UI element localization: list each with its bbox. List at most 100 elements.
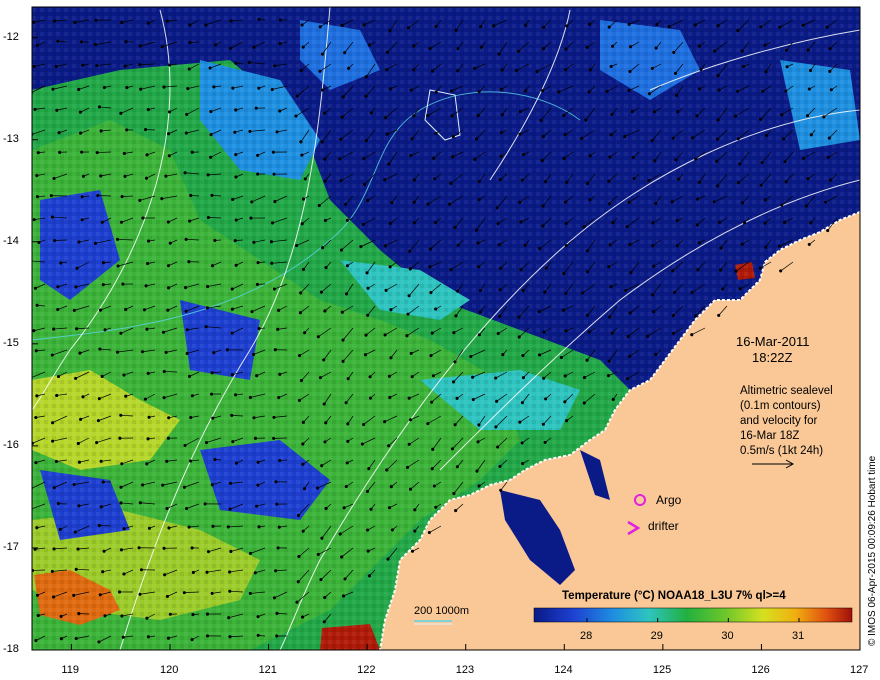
- velocity-arrow-head: [671, 136, 675, 140]
- velocity-arrow-head: [430, 69, 434, 73]
- velocity-arrow-head: [182, 591, 186, 595]
- velocity-arrow-head: [56, 285, 60, 289]
- velocity-arrow-head: [206, 284, 210, 289]
- velocity-arrow-head: [521, 152, 526, 157]
- velocity-arrow-head: [147, 415, 151, 419]
- velocity-arrow-head: [252, 240, 256, 244]
- velocity-arrow-head: [736, 89, 740, 93]
- velocity-arrow-head: [168, 612, 172, 616]
- velocity-arrow-head: [50, 353, 54, 357]
- velocity-arrow-head: [825, 25, 829, 29]
- velocity-arrow-head: [385, 68, 389, 72]
- velocity-arrow-head: [362, 23, 366, 27]
- velocity-arrow-head: [185, 112, 189, 116]
- velocity-arrow-head: [426, 114, 430, 118]
- velocity-arrow-head: [763, 198, 767, 202]
- velocity-arrow-head: [143, 397, 147, 401]
- velocity-arrow-head: [124, 394, 128, 398]
- velocity-arrow-head: [162, 396, 166, 400]
- velocity-arrow-head: [249, 216, 253, 220]
- velocity-arrow-head: [383, 333, 387, 337]
- velocity-arrow-head: [165, 459, 169, 463]
- velocity-arrow-head: [650, 139, 654, 143]
- velocity-arrow-head: [674, 158, 678, 162]
- velocity-arrow-head: [164, 174, 168, 178]
- velocity-arrow-head: [697, 241, 701, 245]
- velocity-arrow-head: [229, 549, 233, 554]
- argo-label: Argo: [656, 493, 682, 507]
- velocity-arrow-head: [323, 595, 327, 599]
- velocity-arrow-head: [809, 133, 813, 137]
- velocity-arrow-head: [826, 229, 830, 233]
- velocity-arrow-head: [606, 374, 611, 378]
- velocity-arrow-head: [517, 49, 521, 53]
- velocity-arrow-head: [450, 114, 454, 118]
- velocity-arrow-head: [541, 204, 545, 208]
- velocity-arrow-head: [147, 526, 151, 530]
- velocity-arrow-head: [543, 290, 547, 294]
- velocity-arrow-head: [316, 552, 320, 556]
- velocity-arrow-head: [829, 88, 833, 92]
- velocity-arrow-head: [228, 635, 232, 639]
- velocity-arrow-head: [206, 215, 210, 220]
- velocity-arrow-head: [298, 353, 302, 358]
- velocity-arrow-head: [434, 220, 438, 225]
- velocity-arrow-head: [256, 153, 260, 157]
- velocity-arrow-head: [759, 117, 763, 121]
- velocity-arrow-head: [95, 151, 99, 155]
- velocity-arrow-head: [347, 66, 351, 70]
- velocity-arrow-head: [758, 266, 762, 270]
- velocity-arrow-head: [741, 201, 745, 205]
- velocity-arrow-head: [278, 42, 282, 46]
- velocity-arrow-head: [520, 178, 524, 182]
- velocity-arrow-head: [122, 373, 126, 377]
- velocity-arrow-head: [430, 467, 434, 471]
- velocity-arrow-head: [166, 132, 171, 136]
- velocity-arrow-head: [675, 93, 679, 97]
- velocity-arrow-head: [387, 506, 392, 510]
- velocity-arrow-head: [740, 242, 744, 246]
- velocity-arrow-head: [561, 308, 565, 312]
- velocity-arrow-head: [256, 172, 260, 176]
- velocity-arrow-head: [103, 328, 107, 332]
- velocity-arrow-head: [625, 225, 629, 229]
- velocity-arrow-head: [407, 294, 411, 298]
- velocity-arrow-head: [367, 43, 371, 47]
- velocity-arrow-head: [410, 375, 414, 379]
- y-tick-label: -12: [3, 30, 19, 43]
- velocity-arrow-head: [828, 69, 832, 73]
- velocity-arrow-head: [272, 172, 276, 176]
- velocity-arrow-head: [75, 266, 79, 270]
- velocity-arrow-head: [390, 201, 394, 205]
- velocity-arrow-head: [144, 128, 148, 132]
- velocity-arrow-head: [270, 87, 274, 92]
- velocity-arrow-head: [188, 23, 192, 27]
- velocity-arrow-head: [323, 440, 327, 444]
- velocity-arrow-head: [413, 529, 417, 533]
- velocity-arrow-head: [205, 570, 209, 574]
- velocity-arrow-head: [32, 64, 36, 69]
- velocity-arrow-head: [406, 312, 410, 316]
- velocity-arrow-head: [474, 228, 479, 232]
- colorbar-tick-label: 30: [721, 630, 734, 642]
- velocity-arrow-head: [209, 110, 213, 114]
- velocity-arrow-head: [763, 221, 767, 225]
- velocity-arrow-head: [36, 151, 40, 155]
- velocity-arrow-head: [101, 570, 105, 574]
- velocity-arrow-head: [544, 266, 548, 270]
- velocity-arrow-head: [96, 419, 100, 423]
- x-tick-label: 126: [751, 664, 770, 676]
- velocity-arrow-head: [675, 219, 679, 223]
- velocity-arrow-head: [205, 612, 210, 616]
- y-tick-label: -17: [3, 540, 19, 553]
- velocity-arrow-head: [340, 23, 344, 27]
- velocity-arrow-head: [190, 394, 194, 398]
- velocity-arrow-head: [167, 416, 171, 420]
- credit-text: © IMOS 06-Apr-2015 00:09:26 Hobart time: [867, 455, 878, 646]
- velocity-arrow-head: [73, 20, 77, 24]
- velocity-arrow-head: [146, 107, 150, 112]
- velocity-arrow-head: [248, 591, 252, 595]
- velocity-arrow-head: [631, 155, 635, 159]
- velocity-arrow-head: [434, 307, 438, 311]
- velocity-arrow-head: [588, 198, 592, 202]
